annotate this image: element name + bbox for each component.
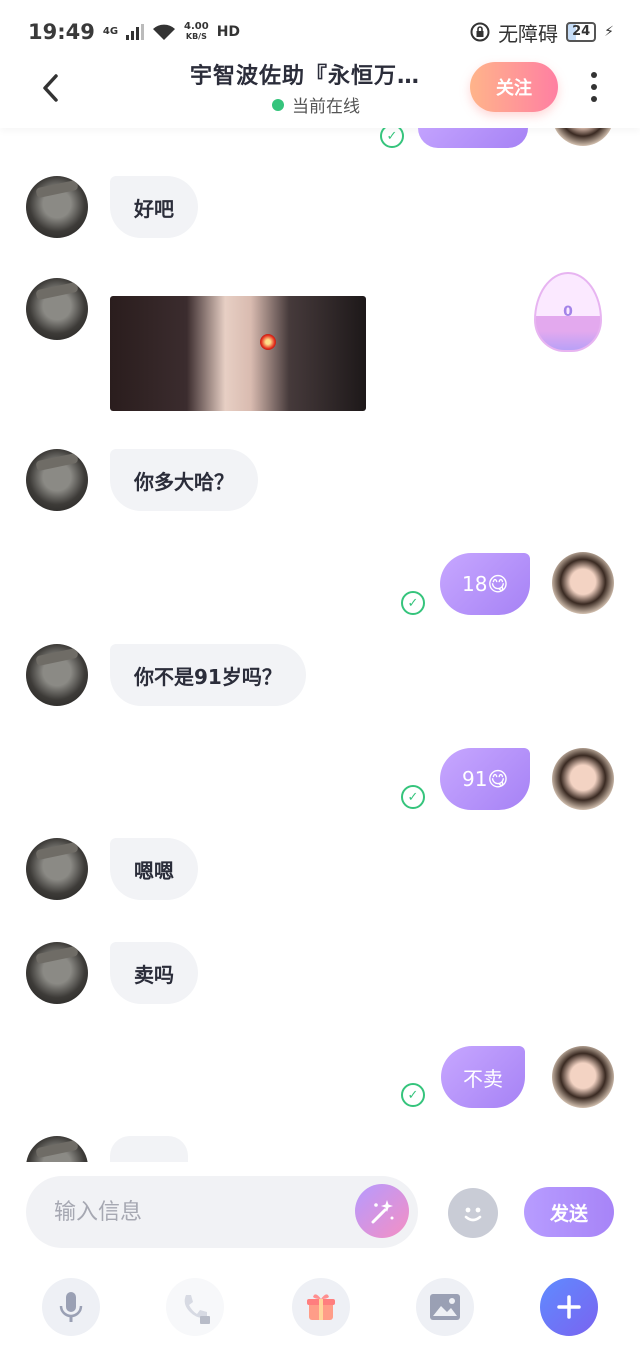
my-avatar[interactable]	[552, 748, 614, 810]
check-icon: ✓	[401, 591, 425, 615]
my-avatar[interactable]	[552, 128, 614, 146]
magic-wand-button[interactable]	[355, 1184, 409, 1238]
microphone-icon	[59, 1292, 83, 1322]
contact-avatar[interactable]	[26, 838, 88, 900]
contact-avatar[interactable]	[26, 644, 88, 706]
check-icon: ✓	[380, 128, 404, 148]
message-input-bar	[26, 1176, 418, 1248]
online-label: 当前在线	[292, 97, 360, 117]
online-dot	[272, 98, 284, 111]
contact-avatar[interactable]	[26, 1136, 88, 1162]
more-actions-button[interactable]	[540, 1278, 598, 1336]
emoji-icon	[464, 1207, 482, 1222]
status-time: 19:49	[28, 20, 95, 44]
partial-bubble	[110, 1136, 188, 1162]
online-status: 当前在线	[272, 92, 360, 117]
status-right: 无障碍 24 ⚡	[470, 18, 614, 47]
check-icon: ✓	[401, 1083, 425, 1107]
message-bubble-incoming[interactable]: 你多大哈？	[110, 449, 258, 511]
check-icon: ✓	[401, 785, 425, 809]
back-icon	[43, 74, 58, 102]
signal-icon	[126, 24, 145, 40]
status-left: 19:49 4G 4.00 KB/S HD	[28, 20, 240, 44]
accessibility-lock-icon	[470, 22, 490, 42]
charging-icon: ⚡	[604, 24, 614, 40]
speed-value: 4.00	[184, 21, 209, 32]
contact-avatar[interactable]	[26, 942, 88, 1004]
message-bubble-incoming[interactable]: 你不是91岁吗？	[110, 644, 306, 706]
image-icon	[430, 1294, 460, 1320]
wifi-icon	[153, 24, 176, 40]
more-button[interactable]	[584, 72, 604, 102]
flame-counter[interactable]: 0	[534, 272, 602, 352]
back-button[interactable]	[36, 70, 64, 106]
image-button[interactable]	[416, 1278, 474, 1336]
voice-button[interactable]	[42, 1278, 100, 1336]
my-avatar[interactable]	[552, 552, 614, 614]
hd-badge: HD	[216, 24, 241, 40]
more-icon	[591, 72, 597, 78]
gift-icon	[307, 1294, 335, 1320]
plus-icon	[557, 1295, 581, 1319]
magic-wand-icon	[371, 1200, 394, 1224]
accessibility-label: 无障碍	[498, 21, 559, 46]
emoji-button[interactable]	[448, 1188, 498, 1238]
network-speed: 4.00 KB/S	[184, 22, 209, 42]
message-bubble-incoming[interactable]: 好吧	[110, 176, 198, 238]
partial-bubble	[418, 128, 528, 148]
message-bubble-outgoing[interactable]: 18😋	[440, 553, 531, 615]
chat-area[interactable]: ✓ 好吧 0 你多大哈？ ✓ 18😋 你不是91岁吗？ ✓ 91😋 嗯嗯 卖吗 …	[0, 128, 640, 1162]
message-input[interactable]	[54, 1196, 344, 1228]
gift-button[interactable]	[292, 1278, 350, 1336]
battery-level: 24	[566, 22, 597, 42]
message-bubble-outgoing[interactable]: 91😋	[440, 748, 531, 810]
image-message[interactable]	[110, 296, 366, 411]
network-type: 4G	[102, 26, 119, 37]
call-button[interactable]	[166, 1278, 224, 1336]
contact-avatar[interactable]	[26, 176, 88, 238]
speed-unit: KB/S	[185, 32, 207, 41]
chat-title: 宇智波佐助『永恒万…	[190, 64, 421, 89]
my-avatar[interactable]	[552, 1046, 614, 1108]
message-bubble-outgoing[interactable]: 不卖	[441, 1046, 525, 1108]
send-button[interactable]: 发送	[524, 1187, 614, 1237]
message-bubble-incoming[interactable]: 嗯嗯	[110, 838, 198, 900]
follow-button[interactable]: 关注	[470, 62, 558, 112]
contact-avatar[interactable]	[26, 449, 88, 511]
chat-header: 宇智波佐助『永恒万… 当前在线 关注	[0, 52, 640, 128]
contact-avatar[interactable]	[26, 278, 88, 340]
phone-icon	[184, 1295, 210, 1324]
message-bubble-incoming[interactable]: 卖吗	[110, 942, 198, 1004]
